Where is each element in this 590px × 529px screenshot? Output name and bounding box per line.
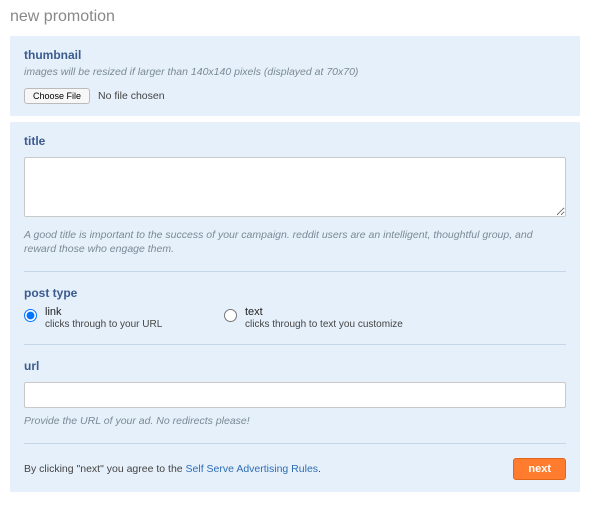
radio-label: link bbox=[45, 306, 62, 318]
rules-link[interactable]: Self Serve Advertising Rules bbox=[186, 463, 318, 475]
radio-sub: clicks through to your URL bbox=[45, 319, 162, 330]
radio-sub: clicks through to text you customize bbox=[245, 319, 403, 330]
file-status: No file chosen bbox=[98, 90, 165, 102]
post-type-option-text[interactable]: text clicks through to text you customiz… bbox=[224, 306, 424, 330]
agree-text: By clicking "next" you agree to the Self… bbox=[24, 463, 321, 475]
url-heading: url bbox=[24, 359, 566, 373]
url-input[interactable] bbox=[24, 382, 566, 408]
title-heading: title bbox=[24, 134, 566, 148]
choose-file-button[interactable]: Choose File bbox=[24, 88, 90, 104]
next-button[interactable]: next bbox=[513, 458, 566, 480]
title-hint: A good title is important to the success… bbox=[24, 228, 566, 257]
title-input[interactable] bbox=[24, 157, 566, 217]
post-type-heading: post type bbox=[24, 286, 566, 300]
divider bbox=[24, 443, 566, 444]
url-hint: Provide the URL of your ad. No redirects… bbox=[24, 414, 566, 429]
thumbnail-heading: thumbnail bbox=[24, 48, 566, 62]
thumbnail-hint: images will be resized if larger than 14… bbox=[24, 65, 566, 80]
form-section: title A good title is important to the s… bbox=[10, 122, 580, 492]
agree-suffix: . bbox=[318, 463, 321, 475]
divider bbox=[24, 344, 566, 345]
divider bbox=[24, 271, 566, 272]
thumbnail-section: thumbnail images will be resized if larg… bbox=[10, 36, 580, 116]
post-type-radio-text[interactable] bbox=[224, 309, 237, 322]
post-type-option-link[interactable]: link clicks through to your URL bbox=[24, 306, 224, 330]
agree-prefix: By clicking "next" you agree to the bbox=[24, 463, 186, 475]
page-title: new promotion bbox=[0, 0, 590, 36]
post-type-radio-link[interactable] bbox=[24, 309, 37, 322]
radio-label: text bbox=[245, 306, 263, 318]
